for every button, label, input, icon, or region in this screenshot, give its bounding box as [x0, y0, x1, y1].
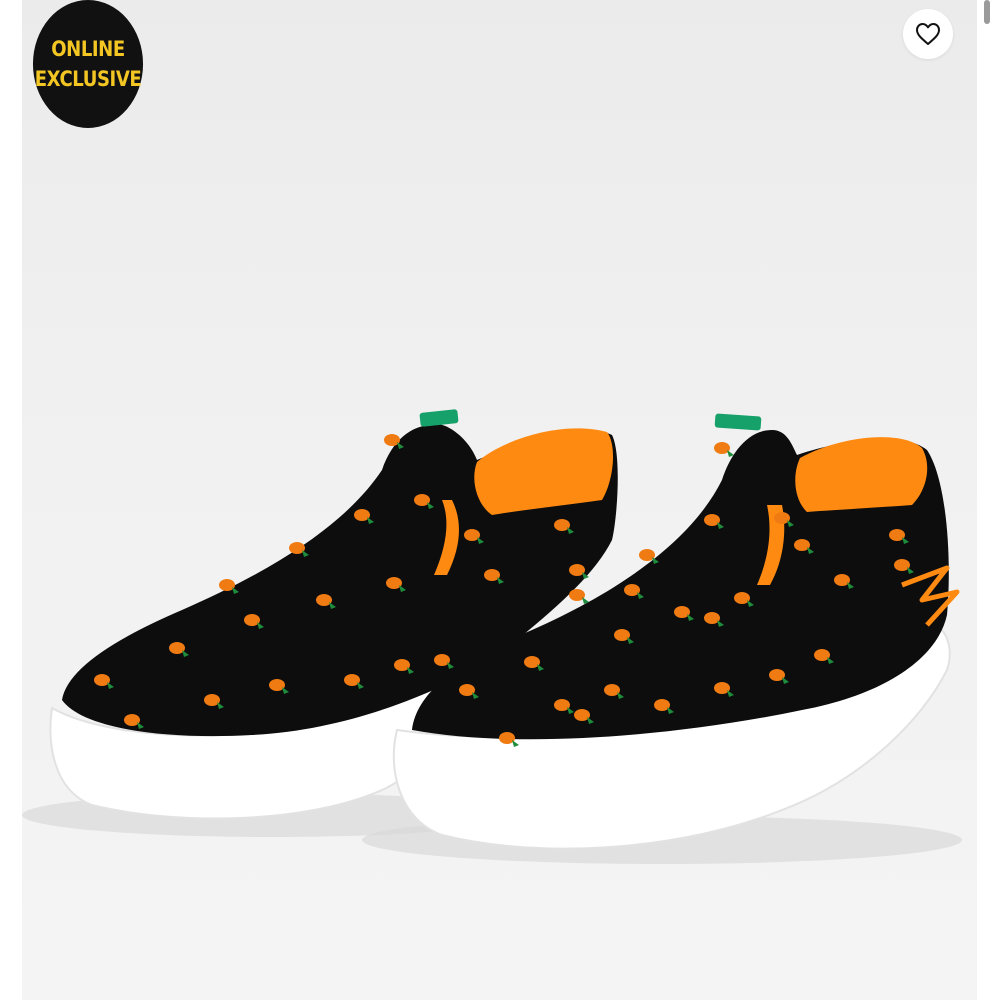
fruit-print-dot	[414, 494, 430, 506]
fruit-print-dot	[714, 442, 730, 454]
fruit-print-dot	[674, 606, 690, 618]
fruit-print-dot	[704, 612, 720, 624]
fruit-print-dot	[574, 709, 590, 721]
fruit-print-dot	[386, 577, 402, 589]
fruit-print-dot	[524, 656, 540, 668]
fruit-print-dot	[434, 654, 450, 666]
fruit-print-dot	[384, 434, 400, 446]
fruit-print-dot	[169, 642, 185, 654]
fruit-print-dot	[794, 539, 810, 551]
fruit-print-dot	[244, 614, 260, 626]
fruit-print-dot	[704, 514, 720, 526]
fruit-print-dot	[569, 564, 585, 576]
fruit-print-dot	[219, 579, 235, 591]
fruit-print-dot	[269, 679, 285, 691]
fruit-print-dot	[624, 584, 640, 596]
fruit-print-dot	[554, 519, 570, 531]
fruit-print-dot	[769, 669, 785, 681]
fruit-print-dot	[734, 592, 750, 604]
fruit-print-dot	[459, 684, 475, 696]
product-image	[22, 0, 977, 1000]
fruit-print-dot	[774, 512, 790, 524]
fruit-print-dot	[289, 542, 305, 554]
favorite-button[interactable]	[903, 9, 953, 59]
fruit-print-dot	[94, 674, 110, 686]
fruit-print-dot	[499, 732, 515, 744]
slip-on-shoes-photo	[22, 409, 962, 864]
fruit-print-dot	[394, 659, 410, 671]
fruit-print-dot	[554, 699, 570, 711]
fruit-print-dot	[654, 699, 670, 711]
fruit-print-dot	[714, 682, 730, 694]
scrollbar-thumb[interactable]	[984, 0, 990, 24]
fruit-print-dot	[604, 684, 620, 696]
fruit-print-dot	[894, 559, 910, 571]
badge-line-2: EXCLUSIVE	[34, 67, 142, 91]
fruit-print-dot	[484, 569, 500, 581]
fruit-print-dot	[834, 574, 850, 586]
fruit-print-dot	[204, 694, 220, 706]
fruit-print-dot	[354, 509, 370, 521]
fruit-print-dot	[344, 674, 360, 686]
fruit-print-dot	[889, 529, 905, 541]
online-exclusive-badge: ONLINE EXCLUSIVE	[32, 0, 144, 128]
fruit-print-dot	[316, 594, 332, 606]
fruit-print-dot	[614, 629, 630, 641]
fruit-print-dot	[124, 714, 140, 726]
fruit-print-dot	[639, 549, 655, 561]
heart-outline-icon	[916, 23, 940, 45]
fruit-print-dot	[464, 529, 480, 541]
badge-line-1: ONLINE	[51, 37, 125, 61]
fruit-print-dot	[814, 649, 830, 661]
fruit-print-dot	[569, 589, 585, 601]
